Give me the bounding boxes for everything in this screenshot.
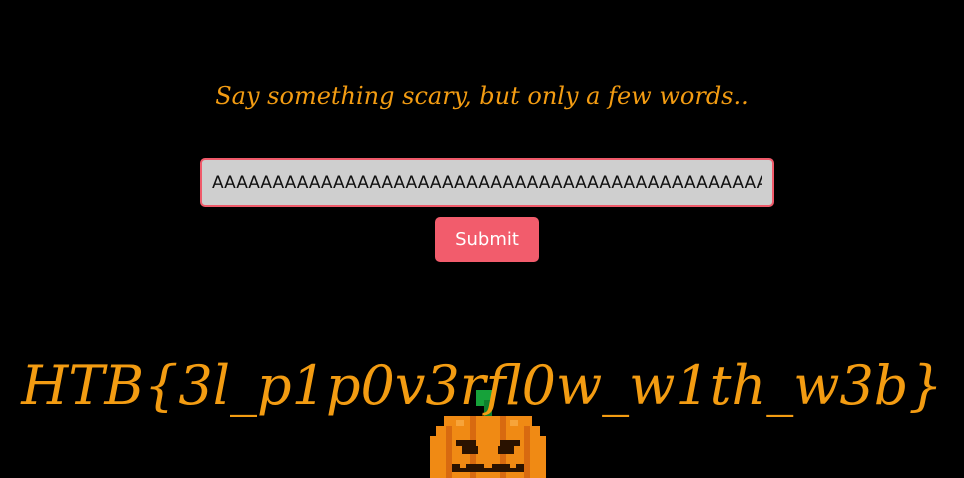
flag-output: HTB{3l_p1p0v3rfl0w_w1th_w3b} bbox=[21, 354, 943, 417]
message-input-wrapper bbox=[200, 158, 774, 207]
message-input[interactable] bbox=[202, 160, 772, 205]
prompt-text: Say something scary, but only a few word… bbox=[215, 82, 749, 110]
submit-button[interactable]: Submit bbox=[435, 217, 539, 262]
